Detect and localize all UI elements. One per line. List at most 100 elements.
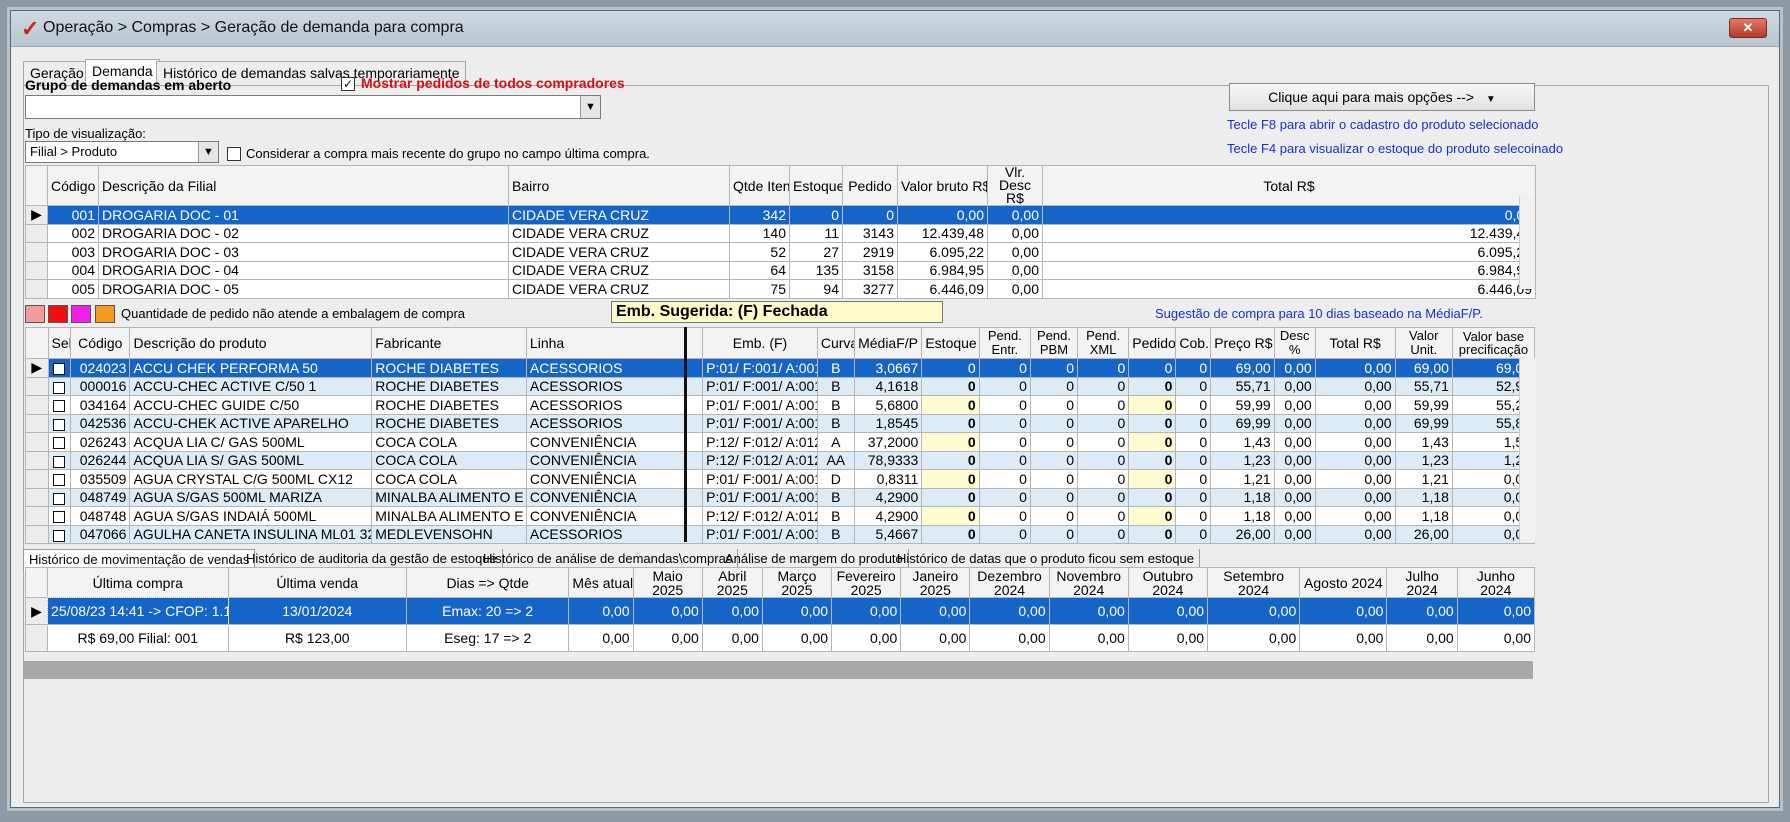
checkbox-icon[interactable] (53, 418, 66, 431)
product-cell: 1,18 (1210, 487, 1275, 507)
col-header[interactable]: Valor base precificação (1451, 327, 1536, 359)
checkbox-icon[interactable] (53, 437, 66, 450)
products-scrollbar[interactable] (1519, 358, 1535, 542)
product-cell: B (816, 487, 855, 507)
branches-scrollbar[interactable] (1519, 196, 1535, 289)
branch-row[interactable]: 005 DROGARIA DOC - 05 CIDADE VERA CRUZ 75 94… (25, 279, 1536, 299)
select-checkbox[interactable] (47, 450, 72, 470)
col-header[interactable]: Pend. Entr. (978, 327, 1031, 359)
col-header[interactable]: Julho 2024 (1386, 567, 1458, 598)
col-header[interactable]: Junho 2024 (1456, 567, 1536, 598)
col-header[interactable]: Mês atual (568, 567, 634, 598)
col-header[interactable]: Total R$ (1314, 327, 1396, 359)
col-header[interactable]: Cob. (1175, 327, 1212, 359)
col-header[interactable]: Fabricante (371, 327, 527, 359)
select-checkbox[interactable] (47, 358, 72, 378)
checkbox-icon[interactable] (53, 363, 66, 376)
product-row[interactable]: ▶ 024023 ACCU CHEK PERFORMA 50 ROCHE DIABET… (25, 358, 1536, 378)
close-button[interactable]: ✕ (1729, 18, 1767, 38)
checkbox-icon[interactable] (53, 381, 66, 394)
product-cell: 0 (1077, 487, 1130, 507)
checkbox-icon[interactable] (53, 511, 66, 524)
col-header[interactable]: Descrição da Filial (98, 165, 509, 206)
checkbox-icon[interactable] (53, 400, 66, 413)
select-checkbox[interactable] (47, 395, 72, 415)
col-header[interactable]: Total R$ (1042, 165, 1536, 206)
col-header[interactable]: Desc % (1273, 327, 1316, 359)
checkbox-icon[interactable] (53, 529, 66, 542)
col-header[interactable]: Preço R$ (1210, 327, 1275, 359)
col-header[interactable]: Código (47, 165, 99, 206)
history-cell: 0,00 (1386, 624, 1458, 652)
col-header[interactable]: Setembro 2024 (1207, 567, 1301, 598)
checkbox-icon[interactable] (53, 455, 66, 468)
select-checkbox[interactable] (47, 432, 72, 452)
product-row[interactable]: 026243 ACQUA LIA C/ GAS 500ML COCA COLA CON… (25, 432, 1536, 452)
col-header[interactable]: Novembro 2024 (1048, 567, 1129, 598)
col-header[interactable]: Dias => Qtde (405, 567, 570, 598)
product-cell: ROCHE DIABETES (371, 376, 527, 396)
product-row[interactable]: 042536 ACCU-CHEK ACTIVE APARELHO ROCHE DIA… (25, 413, 1536, 433)
show-all-checkbox[interactable]: ✓ (341, 77, 355, 91)
col-header[interactable]: Curva (816, 327, 855, 359)
col-header[interactable]: Sel (47, 327, 72, 359)
col-header[interactable]: Dezembro 2024 (969, 567, 1050, 598)
branch-row[interactable]: ▶ 001 DROGARIA DOC - 01 CIDADE VERA CRUZ 342… (25, 205, 1536, 225)
select-checkbox[interactable] (47, 376, 72, 396)
history-row[interactable]: ▶ 25/08/23 14:41 -> CFOP: 1.102 13/01/2024… (24, 596, 1536, 626)
col-header[interactable]: MédiaF/P (853, 327, 923, 359)
col-header[interactable]: Código (70, 327, 131, 359)
select-checkbox[interactable] (47, 524, 72, 544)
col-header[interactable]: Bairro (508, 165, 730, 206)
product-row[interactable]: 035509 AGUA CRYSTAL C/G 500ML CX12 COCA CO… (25, 469, 1536, 489)
col-header[interactable]: Estoque (921, 327, 980, 359)
col-header[interactable]: Pedido (1128, 327, 1177, 359)
col-header[interactable]: Outubro 2024 (1127, 567, 1209, 598)
branch-row[interactable]: 002 DROGARIA DOC - 02 CIDADE VERA CRUZ 140 1… (25, 223, 1536, 243)
product-cell: AGUA S/GAS 500ML MARIZA (129, 487, 373, 507)
col-header[interactable]: Descrição do produto (129, 327, 373, 359)
col-header[interactable]: Linha (525, 327, 704, 359)
group-select[interactable]: ▼ (25, 95, 601, 119)
chevron-down-icon[interactable]: ▼ (580, 96, 600, 118)
product-row[interactable]: 048749 AGUA S/GAS 500ML MARIZA MINALBA ALI… (25, 487, 1536, 507)
col-header[interactable]: Pend. XML (1077, 327, 1130, 359)
view-type-select[interactable]: Filial > Produto ▼ (25, 141, 219, 163)
checkbox-icon[interactable] (53, 474, 66, 487)
select-checkbox[interactable] (47, 487, 72, 507)
col-header[interactable]: Vlr. Desc R$ (987, 165, 1043, 206)
col-header[interactable]: Pedido (842, 165, 898, 206)
chevron-down-icon[interactable]: ▼ (198, 142, 218, 162)
product-row[interactable]: 000016 ACCU-CHEC ACTIVE C/50 1 ROCHE DIABE… (25, 376, 1536, 396)
select-checkbox[interactable] (47, 469, 72, 489)
col-header[interactable]: Janeiro 2025 (900, 567, 971, 598)
branch-row[interactable]: 004 DROGARIA DOC - 04 CIDADE VERA CRUZ 64 13… (25, 260, 1536, 280)
col-header[interactable]: Março 2025 (761, 567, 833, 598)
col-header[interactable]: Valor Unit. (1394, 327, 1453, 359)
col-header[interactable]: Qtde Itens (729, 165, 790, 206)
select-checkbox[interactable] (47, 413, 72, 433)
window-title: Operação > Compras > Geração de demanda … (43, 19, 464, 36)
col-header[interactable]: Valor bruto R$ (897, 165, 988, 206)
col-header[interactable]: Emb. (F) (702, 327, 818, 359)
product-row[interactable]: 026244 ACQUA LIA S/ GAS 500ML COCA COLA CON… (25, 450, 1536, 470)
history-row[interactable]: R$ 69,00 Filial: 001 R$ 123,00 Eseg: 17 =>… (24, 624, 1536, 652)
more-options-button[interactable]: Clique aqui para mais opções --> ▼ (1229, 83, 1535, 111)
col-header[interactable]: Última venda (227, 567, 407, 598)
col-header[interactable]: Estoque (789, 165, 843, 206)
select-checkbox[interactable] (47, 506, 72, 526)
col-header[interactable]: Maio 2025 (632, 567, 703, 598)
product-row[interactable]: 047066AGULHA CANETA INSULINA ML01 32G 0.… (25, 524, 1536, 544)
checkbox-icon[interactable] (53, 492, 66, 505)
col-header[interactable]: Pend. PBM (1029, 327, 1079, 359)
consider-checkbox[interactable] (227, 147, 241, 161)
branch-cell: 135 (789, 260, 843, 280)
col-header[interactable]: Última compra (47, 567, 229, 598)
branch-row[interactable]: 003 DROGARIA DOC - 03 CIDADE VERA CRUZ 52 27… (25, 242, 1536, 262)
product-row[interactable]: 048748 AGUA S/GAS INDAIÁ 500ML MINALBA ALI… (25, 506, 1536, 526)
col-header[interactable]: Fevereiro 2025 (831, 567, 902, 598)
product-row[interactable]: 034164 ACCU-CHEC GUIDE C/50 ROCHE DIABETES… (25, 395, 1536, 415)
col-header[interactable]: Abril 2025 (701, 567, 763, 598)
col-header[interactable]: Agosto 2024 (1299, 567, 1388, 598)
product-cell: 0 (1077, 506, 1130, 526)
